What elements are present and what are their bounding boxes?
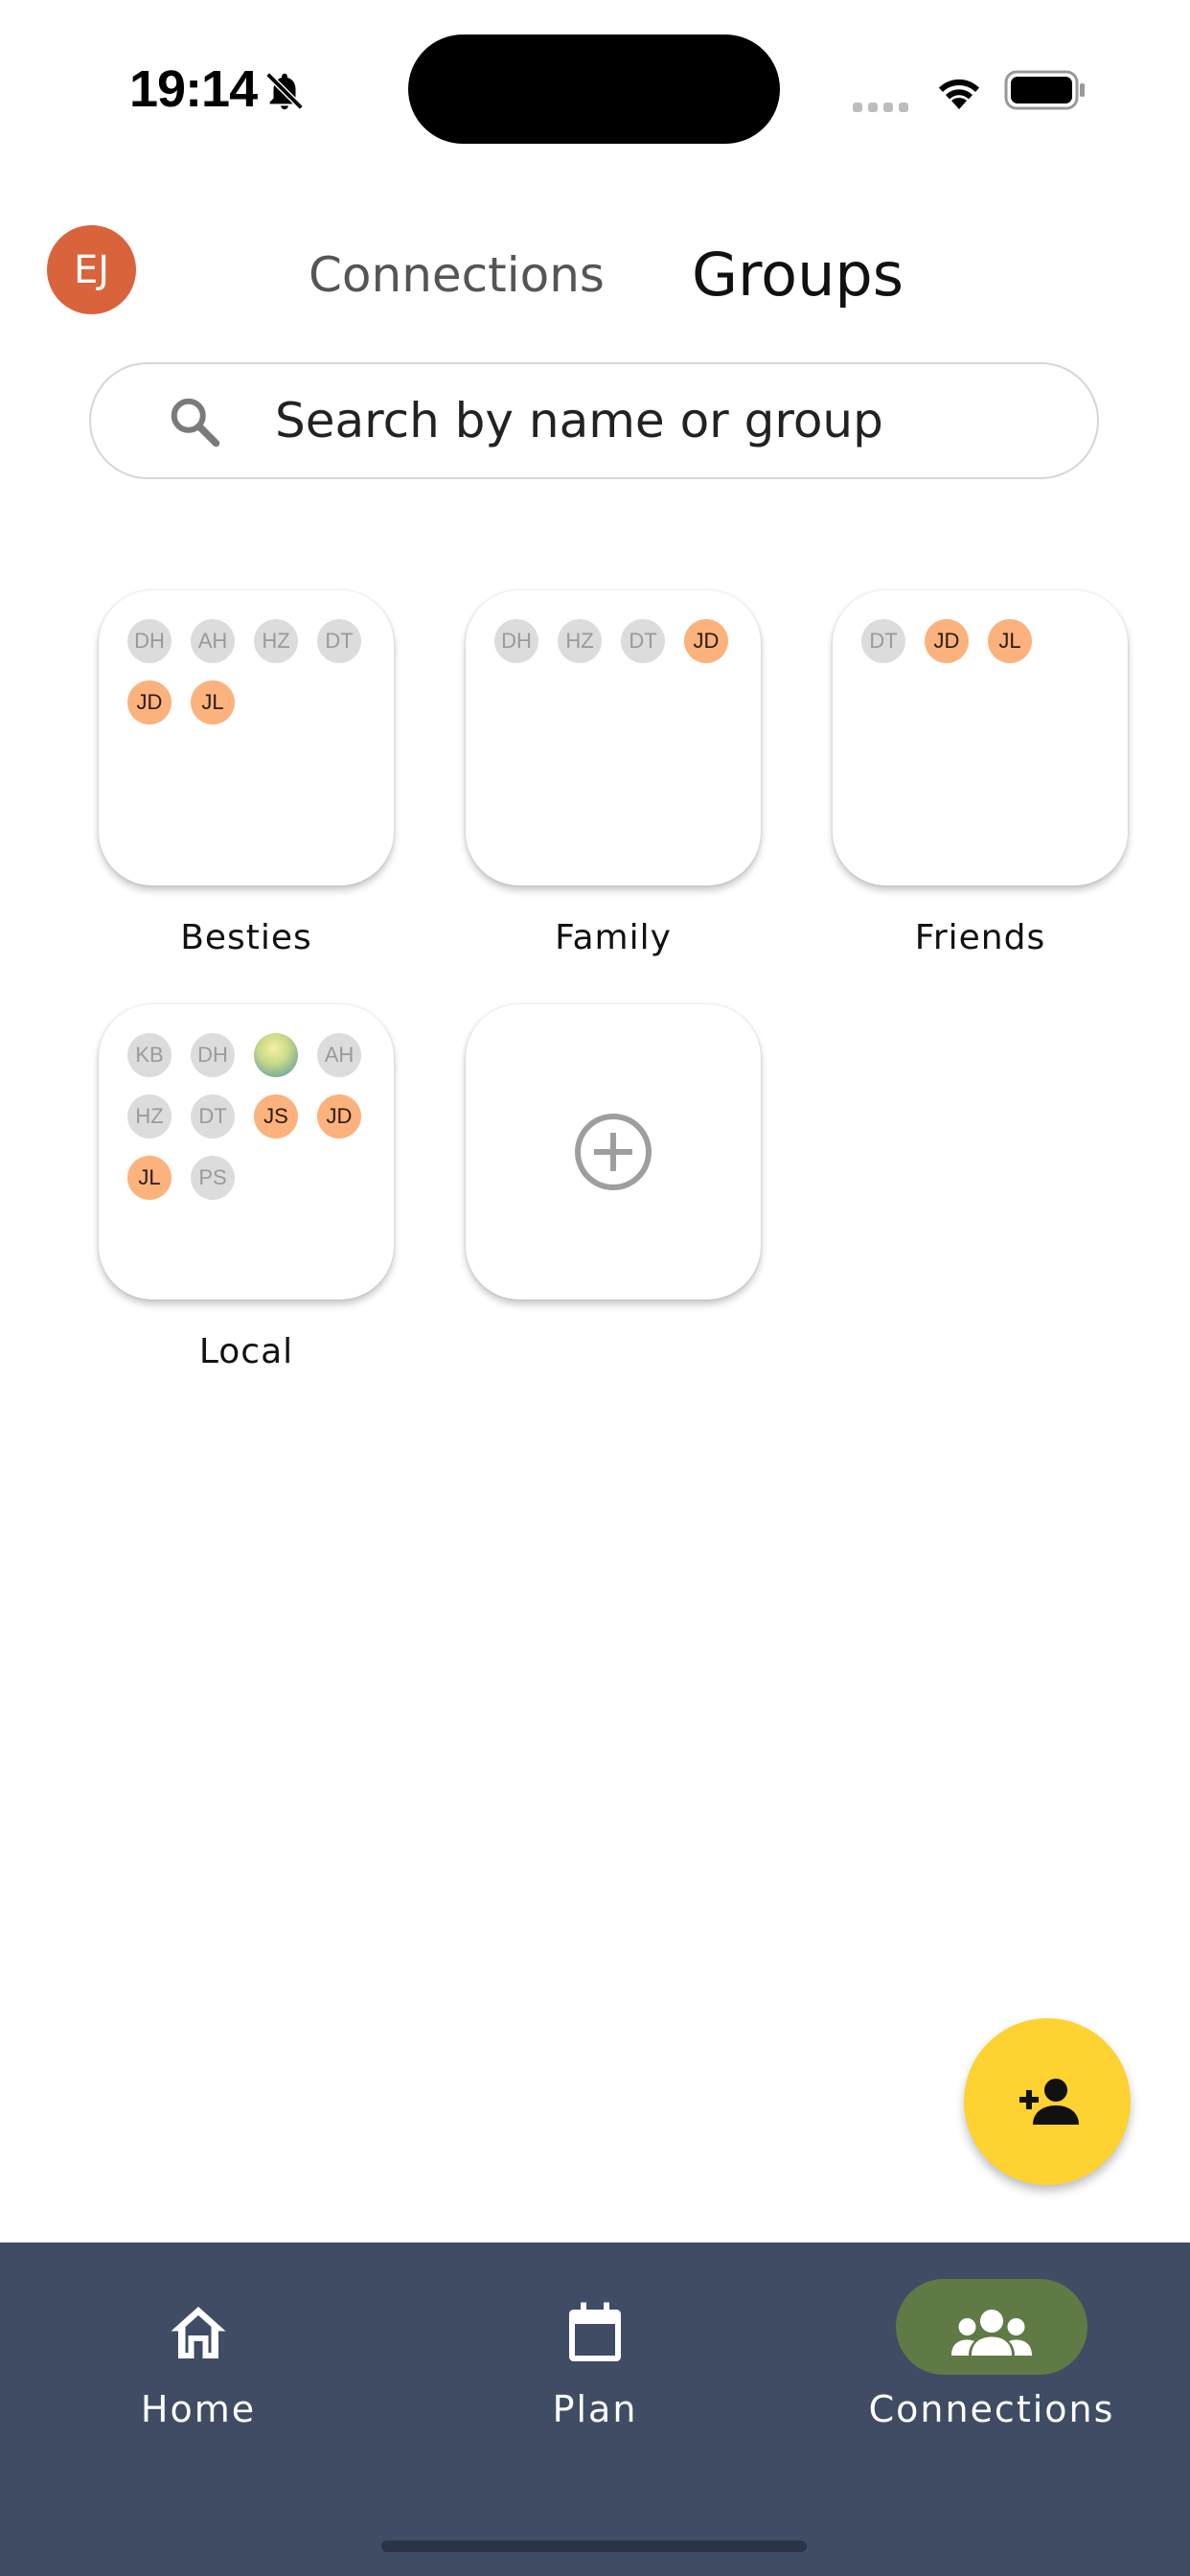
tab-connections[interactable]: Connections — [309, 247, 605, 303]
member-chip: DT — [861, 619, 905, 663]
dynamic-island — [408, 34, 780, 144]
calendar-icon — [569, 2302, 621, 2361]
member-chip: DT — [191, 1094, 235, 1138]
bottom-nav: Home Plan Connections — [0, 2242, 1190, 2576]
member-chips: KB DH AH HZ DT JS JD JL PS — [127, 1033, 396, 1200]
search-bar[interactable]: Search by name or group — [89, 362, 1099, 479]
member-chip: JD — [317, 1094, 361, 1138]
member-chip: DH — [127, 619, 172, 663]
battery-icon — [1004, 70, 1085, 110]
member-chip: DT — [317, 619, 361, 663]
member-chip: JD — [925, 619, 969, 663]
member-chip: HZ — [127, 1094, 172, 1138]
people-icon — [951, 2310, 1032, 2356]
avatar-initials: EJ — [73, 247, 110, 292]
member-chip: JD — [127, 680, 172, 724]
nav-item-connections[interactable]: Connections — [793, 2242, 1190, 2492]
group-label-friends: Friends — [914, 918, 1046, 957]
add-group-button[interactable] — [466, 1004, 761, 1300]
member-chip: PS — [191, 1156, 235, 1200]
member-chip: DH — [494, 619, 538, 663]
member-photo-avatar — [254, 1033, 298, 1077]
group-label-family: Family — [555, 918, 672, 957]
add-connection-button[interactable] — [964, 2018, 1131, 2185]
group-label-besties: Besties — [180, 918, 312, 957]
member-chip: JS — [254, 1094, 298, 1138]
group-card-local[interactable]: KB DH AH HZ DT JS JD JL PS — [99, 1004, 394, 1300]
plus-circle-icon — [575, 1114, 652, 1190]
search-icon — [171, 398, 220, 448]
member-chip: JL — [127, 1156, 172, 1200]
avatar[interactable]: EJ — [47, 225, 136, 314]
home-indicator[interactable] — [381, 2541, 807, 2552]
group-label-local: Local — [198, 1332, 294, 1371]
wifi-icon — [939, 79, 979, 109]
add-person-icon — [1019, 2079, 1079, 2125]
member-chip: HZ — [558, 619, 602, 663]
group-card-family[interactable]: DH HZ DT JD — [466, 590, 761, 886]
member-chip: DT — [621, 619, 665, 663]
nav-item-plan[interactable]: Plan — [397, 2242, 793, 2492]
status-time: 19:14 — [129, 60, 258, 118]
member-chips: DT JD JL — [861, 619, 1130, 663]
member-chip: AH — [317, 1033, 361, 1077]
nav-item-home[interactable]: Home — [0, 2242, 397, 2492]
group-card-besties[interactable]: DH AH HZ DT JD JL — [99, 590, 394, 886]
home-icon — [171, 2307, 226, 2358]
nav-label-connections: Connections — [868, 2388, 1115, 2430]
member-chip: DH — [191, 1033, 235, 1077]
member-chip: JL — [988, 619, 1032, 663]
nav-label-plan: Plan — [552, 2388, 638, 2430]
cellular-signal-icon — [853, 98, 914, 116]
member-chip: JL — [191, 680, 235, 724]
member-chips: DH AH HZ DT JD JL — [127, 619, 396, 724]
group-card-friends[interactable]: DT JD JL — [833, 590, 1128, 886]
member-chip: HZ — [254, 619, 298, 663]
bell-slash-icon — [265, 72, 304, 110]
member-chips: DH HZ DT JD — [494, 619, 763, 663]
tab-groups[interactable]: Groups — [692, 240, 904, 310]
search-input[interactable]: Search by name or group — [275, 393, 883, 448]
member-chip: KB — [127, 1033, 172, 1077]
nav-label-home: Home — [140, 2388, 257, 2430]
member-chip: AH — [191, 619, 235, 663]
member-chip: JD — [684, 619, 728, 663]
